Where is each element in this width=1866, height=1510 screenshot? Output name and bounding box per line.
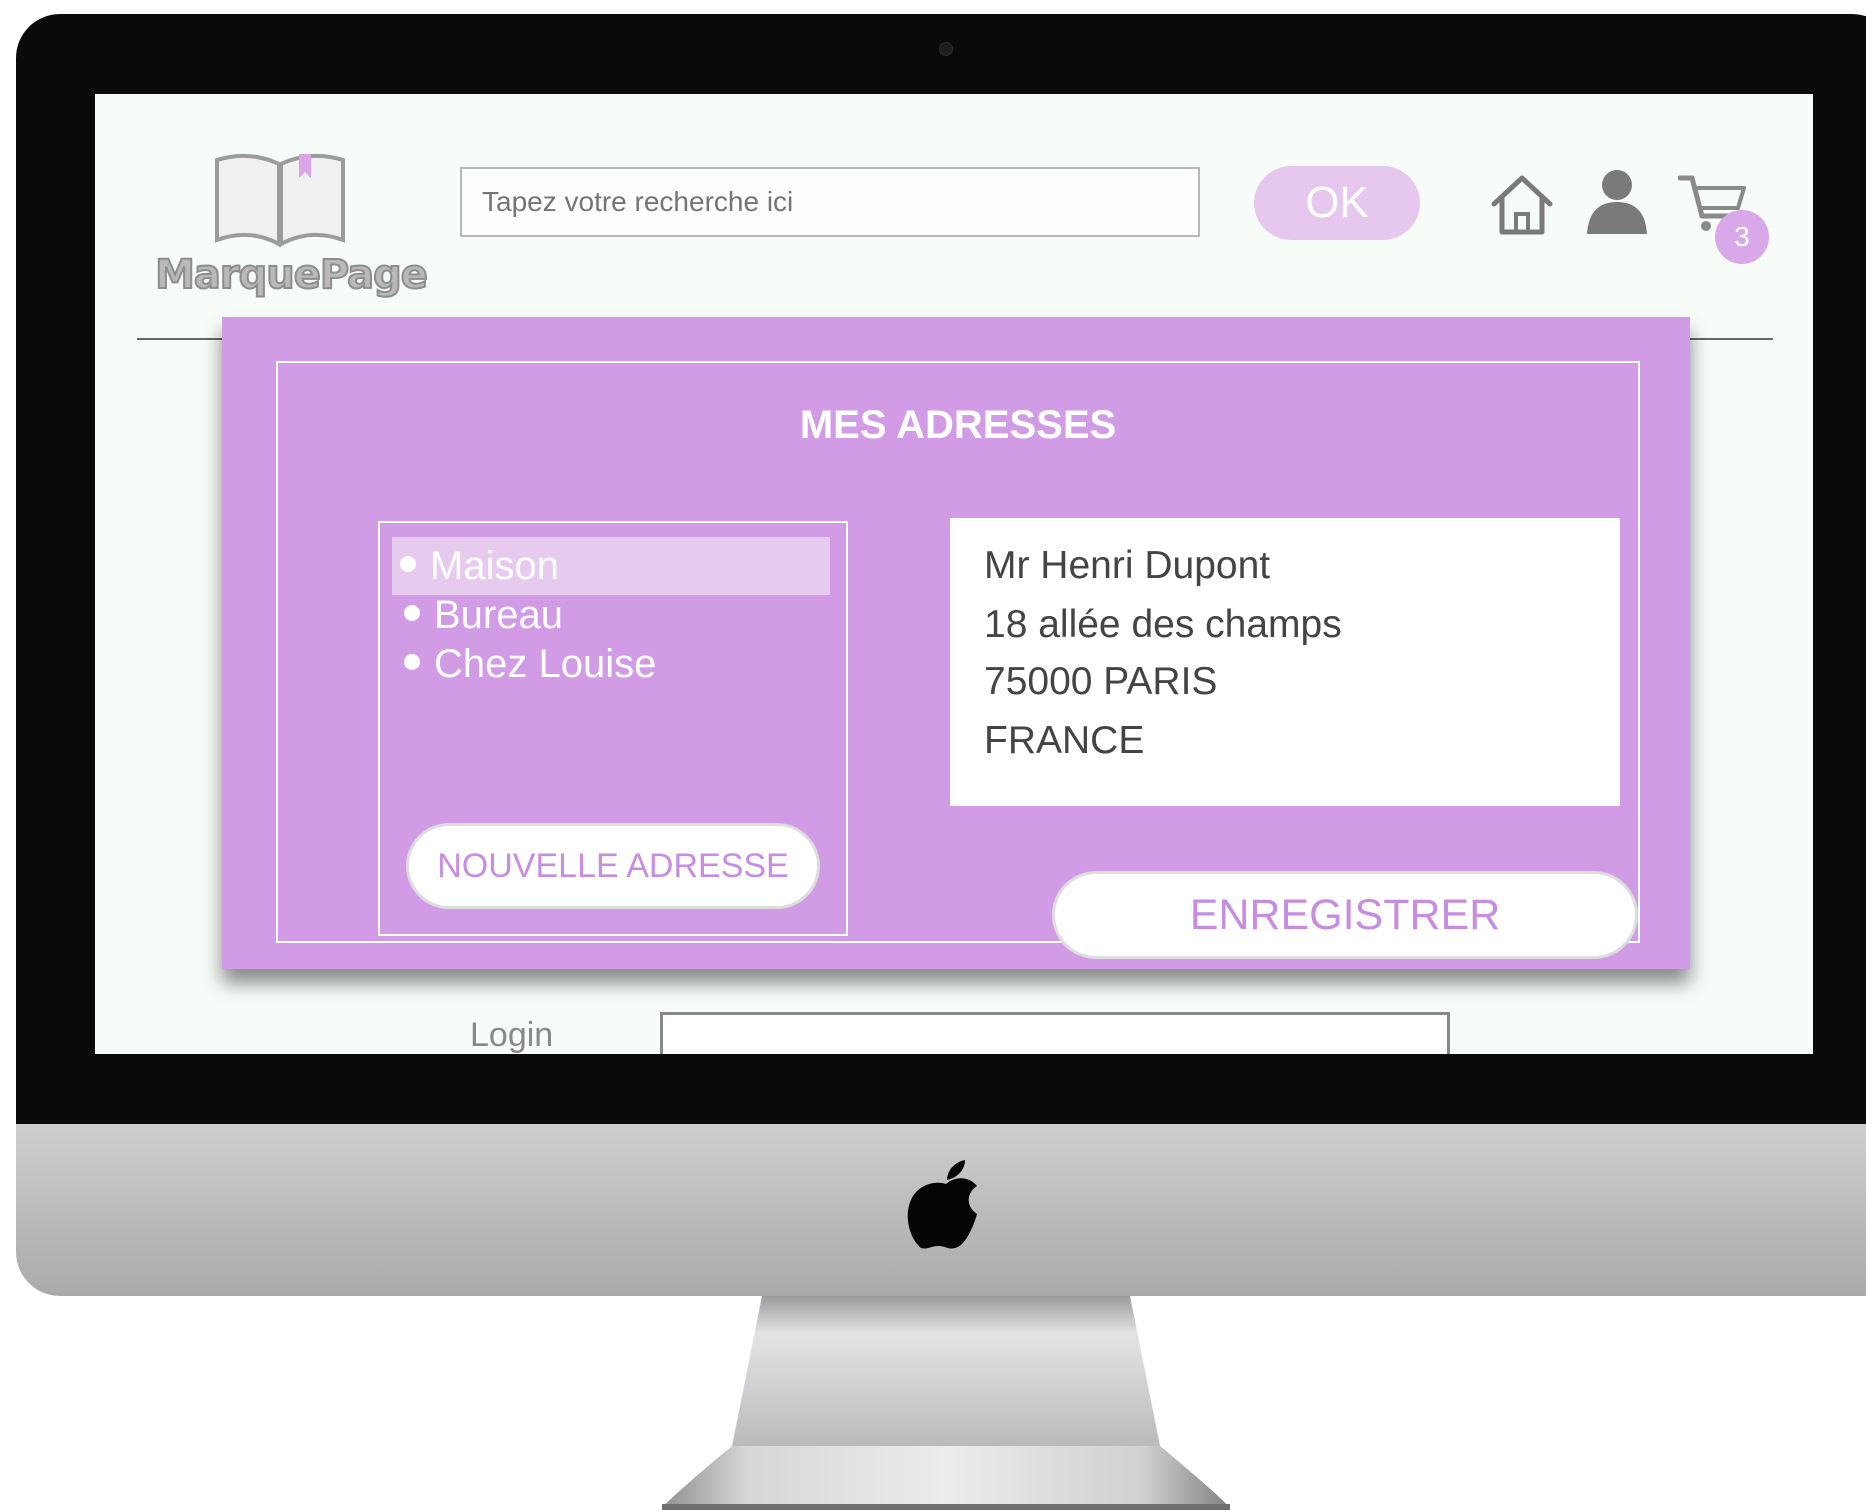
site-logo[interactable]: MarquePage — [145, 148, 437, 299]
screen: MarquePage OK 3 Login MES ADRESSES Maiso… — [95, 94, 1813, 1054]
monitor-stand — [662, 1296, 1230, 1510]
login-label: Login — [470, 1016, 554, 1054]
address-line-name: Mr Henri Dupont — [984, 544, 1271, 587]
apple-logo-icon — [907, 1160, 977, 1249]
address-detail-box: Mr Henri Dupont 18 allée des champs 7500… — [950, 518, 1620, 806]
book-logo-icon — [215, 153, 345, 248]
cart-count-badge: 3 — [1715, 210, 1769, 264]
address-list: Maison Bureau Chez Louise NOUVELLE ADRES… — [378, 521, 848, 936]
logo-wordmark: MarquePage — [154, 251, 429, 299]
save-button[interactable]: ENREGISTRER — [1052, 871, 1638, 959]
modal-title: MES ADRESSES — [799, 403, 1117, 447]
address-line-street: 18 allée des champs — [984, 603, 1342, 646]
list-item-label: Maison — [430, 544, 559, 588]
list-item-label: Bureau — [434, 593, 563, 637]
addresses-modal: MES ADRESSES Maison Bureau Chez Louise N… — [222, 317, 1690, 969]
camera-icon — [939, 42, 953, 56]
list-item-chez-louise[interactable]: Chez Louise — [392, 635, 830, 693]
home-icon[interactable] — [1488, 170, 1556, 238]
new-address-button[interactable]: NOUVELLE ADRESSE — [406, 823, 820, 909]
login-input[interactable] — [660, 1012, 1450, 1054]
bullet-icon — [400, 556, 416, 573]
address-line-country: FRANCE — [984, 719, 1145, 762]
search-input[interactable] — [460, 167, 1200, 237]
user-icon[interactable] — [1585, 168, 1649, 234]
modal-frame: MES ADRESSES Maison Bureau Chez Louise N… — [276, 361, 1640, 959]
list-item-label: Chez Louise — [434, 642, 657, 686]
bullet-icon — [404, 654, 420, 671]
search-ok-button[interactable]: OK — [1254, 166, 1420, 240]
address-line-city: 75000 PARIS — [984, 660, 1218, 703]
bullet-icon — [404, 605, 420, 622]
